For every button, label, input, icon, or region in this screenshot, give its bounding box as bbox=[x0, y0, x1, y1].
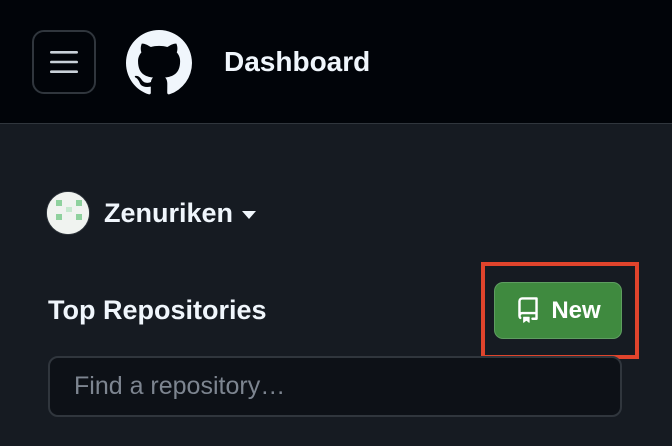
github-octocat-icon bbox=[126, 30, 192, 95]
repository-search-input[interactable] bbox=[48, 356, 622, 417]
repo-icon bbox=[515, 296, 541, 325]
new-button-label: New bbox=[551, 296, 601, 324]
caret-down-icon bbox=[241, 210, 257, 220]
section-title-top-repositories: Top Repositories bbox=[48, 295, 267, 325]
menu-button[interactable] bbox=[32, 30, 96, 94]
account-switcher[interactable]: Zenuriken bbox=[46, 190, 257, 236]
account-name: Zenuriken bbox=[104, 198, 234, 228]
identicon-avatar bbox=[47, 192, 89, 234]
github-logo[interactable] bbox=[126, 30, 192, 96]
page-title[interactable]: Dashboard bbox=[224, 45, 370, 79]
hamburger-icon bbox=[50, 51, 78, 73]
new-repository-button[interactable]: New bbox=[494, 282, 622, 339]
avatar bbox=[46, 191, 90, 235]
app-header: Dashboard bbox=[0, 0, 672, 124]
